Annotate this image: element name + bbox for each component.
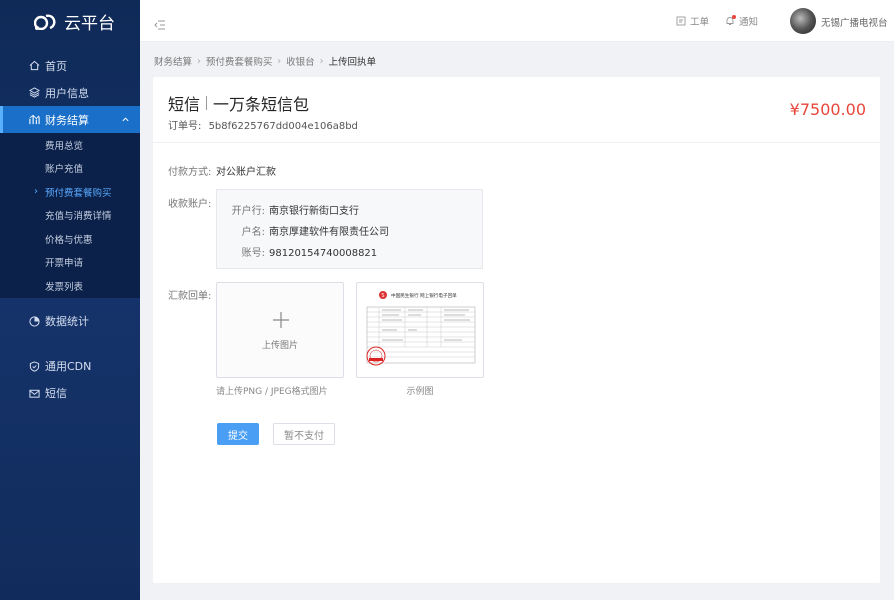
sample-caption: 示例图	[406, 387, 434, 397]
subitem-label: 充值与消费详情	[45, 211, 112, 223]
order-number: 订单号: 5b8f6225767dd004e106a8bd	[168, 117, 358, 132]
number-row: 账号: 98120154740008821	[217, 244, 378, 259]
finance-icon	[28, 114, 40, 126]
sidebar-subitem-consumption-detail[interactable]: 充值与消费详情	[0, 204, 140, 228]
sidebar-item-user-info[interactable]: 用户信息	[0, 79, 140, 106]
sidebar-subitem-price-discount[interactable]: 价格与优惠	[0, 227, 140, 251]
sidebar-subitem-invoice-list[interactable]: 发票列表	[0, 274, 140, 298]
holder-key: 户名:	[241, 227, 265, 238]
notify-label: 通知	[739, 17, 759, 28]
payment-method-label: 付款方式:	[168, 167, 212, 178]
sidebar-item-label: 财务结算	[45, 113, 89, 127]
order-summary: 短信 一万条短信包 订单号: 5b8f6225767dd004e106a8bd …	[153, 77, 880, 143]
sidebar-subitem-recharge[interactable]: 账户充值	[0, 157, 140, 181]
upload-hint: 请上传PNG / JPEG格式图片	[216, 387, 328, 397]
chevron-right-icon: ›	[197, 55, 201, 67]
pie-chart-icon	[28, 315, 40, 327]
bank-logo-icon: S	[379, 291, 387, 299]
app-logo[interactable]: 云平台	[0, 0, 140, 42]
home-icon	[28, 60, 40, 72]
subitem-label: 预付费套餐购买	[45, 187, 112, 199]
sidebar-item-sms[interactable]: 短信	[0, 380, 140, 407]
breadcrumb-item-finance[interactable]: 财务结算	[154, 54, 192, 68]
sample-title: 中国民生银行 网上银行电子回单	[391, 292, 457, 299]
chevron-right-icon: ›	[277, 55, 282, 67]
payment-card: 短信 一万条短信包 订单号: 5b8f6225767dd004e106a8bd …	[153, 77, 880, 583]
breadcrumb: 财务结算 › 预付费套餐购买 › 收银台 › 上传回执单	[154, 54, 376, 69]
page-title: 短信 一万条短信包	[168, 91, 309, 115]
holder-value: 南京厚建软件有限责任公司	[269, 227, 389, 238]
breadcrumb-item-current: 上传回执单	[328, 57, 376, 68]
notification-dot	[732, 15, 736, 19]
order-label: 订单号:	[168, 121, 202, 132]
payment-method-value: 对公账户汇款	[216, 167, 276, 178]
cloud-logo-icon	[34, 14, 56, 30]
chevron-right-icon: ›	[319, 55, 324, 67]
shield-icon	[28, 360, 40, 372]
sidebar-subitem-fee-overview[interactable]: 费用总览	[0, 133, 140, 157]
app-name: 云平台	[64, 13, 115, 34]
sidebar-item-label: 短信	[45, 387, 67, 400]
product-name: 一万条短信包	[213, 95, 310, 114]
holder-row: 户名: 南京厚建软件有限责任公司	[217, 223, 389, 238]
upload-image-button[interactable]: 上传图片	[216, 282, 344, 378]
number-key: 账号:	[241, 248, 265, 259]
number-value: 98120154740008821	[269, 248, 378, 259]
bank-row: 开户行: 南京银行新街口支行	[217, 202, 359, 217]
sidebar-subitem-prepaid-package[interactable]: 预付费套餐购买	[0, 180, 140, 204]
bank-value: 南京银行新街口支行	[269, 206, 359, 217]
skip-payment-button[interactable]: 暂不支付	[273, 423, 335, 445]
top-header: 工单 通知 无锡广播电视台	[140, 0, 894, 42]
receipt-label: 汇款回单:	[168, 291, 212, 302]
sidebar-item-cdn[interactable]: 通用CDN	[0, 353, 140, 380]
subitem-label: 价格与优惠	[45, 234, 93, 246]
upload-text: 上传图片	[261, 341, 298, 351]
sample-receipt-image: S 中国民生银行 网上银行电子回单	[356, 282, 484, 378]
sidebar: 云平台 首页 用户信息 财务结算 费用总览 账户充值 预付费	[0, 0, 140, 600]
sidebar-item-label: 用户信息	[45, 86, 89, 100]
username[interactable]: 无锡广播电视台	[821, 15, 888, 29]
breadcrumb-item-cashier[interactable]: 收银台	[286, 54, 315, 68]
notify-link[interactable]: 通知	[725, 14, 758, 28]
breadcrumb-item-prepaid[interactable]: 预付费套餐购买	[206, 54, 273, 68]
receipt-sample-illustration: S 中国民生银行 网上银行电子回单	[366, 291, 476, 366]
ticket-label: 工单	[690, 17, 710, 28]
subitem-label: 发票列表	[45, 281, 84, 293]
subitem-label: 开票申请	[45, 258, 84, 270]
sidebar-item-home[interactable]: 首页	[0, 52, 140, 79]
menu-collapse-icon[interactable]	[154, 15, 166, 34]
account-label: 收款账户:	[168, 199, 212, 210]
sidebar-subitem-invoice-apply[interactable]: 开票申请	[0, 251, 140, 275]
bank-key: 开户行:	[231, 206, 265, 217]
sidebar-item-statistics[interactable]: 数据统计	[0, 308, 140, 335]
sidebar-item-finance[interactable]: 财务结算	[0, 106, 140, 133]
ticket-icon	[676, 16, 686, 26]
title-divider	[206, 96, 208, 110]
subitem-label: 费用总览	[45, 140, 84, 152]
ticket-link[interactable]: 工单	[676, 14, 709, 28]
account-info-box: 开户行: 南京银行新街口支行 户名: 南京厚建软件有限责任公司 账号: 9812015…	[216, 189, 483, 269]
subitem-label: 账户充值	[45, 164, 84, 176]
plus-icon	[272, 311, 290, 333]
sidebar-item-label: 数据统计	[45, 315, 89, 328]
order-value: 5b8f6225767dd004e106a8bd	[208, 121, 358, 132]
sidebar-item-label: 通用CDN	[45, 360, 92, 373]
svg-text:S: S	[381, 293, 384, 299]
avatar[interactable]	[790, 8, 816, 34]
finance-submenu: 费用总览 账户充值 预付费套餐购买 充值与消费详情 价格与优惠 开票申请 发票列…	[0, 133, 140, 298]
chevron-up-icon	[121, 114, 130, 127]
product-type: 短信	[168, 95, 201, 114]
layers-icon	[28, 87, 40, 99]
mail-icon	[28, 387, 40, 399]
sidebar-item-label: 首页	[45, 59, 67, 73]
order-price: ¥7500.00	[789, 100, 866, 119]
submit-button[interactable]: 提交	[217, 423, 259, 445]
